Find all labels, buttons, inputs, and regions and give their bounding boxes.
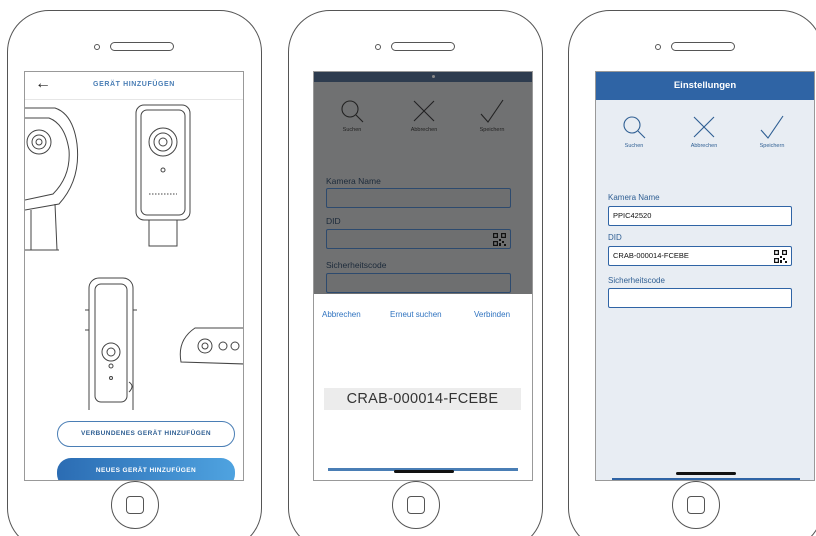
status-dot bbox=[432, 75, 435, 78]
search-label: Suchen bbox=[342, 127, 362, 133]
home-button bbox=[672, 481, 720, 529]
save-tool[interactable]: Speichern bbox=[462, 98, 522, 133]
phone-frame-search-result: Suchen Abbrechen Speichern Kamera Name D… bbox=[288, 10, 543, 536]
bullet-camera-image bbox=[179, 327, 243, 365]
dome-camera-image bbox=[25, 107, 79, 251]
did-value: CRAB-000014-FCEBE bbox=[613, 251, 689, 260]
cancel-label: Abbrechen bbox=[690, 143, 718, 149]
security-code-label: Sicherheitscode bbox=[326, 260, 387, 270]
phone-frame-add-device: ← GERÄT HINZUFÜGEN VERBUNDENES GERÄT HIN… bbox=[7, 10, 262, 536]
sheet-cancel-button[interactable]: Abbrechen bbox=[322, 310, 361, 319]
cancel-tool[interactable]: Abbrechen bbox=[394, 98, 454, 133]
phone-frame-settings: Einstellungen Suchen Abbrechen Speichern… bbox=[568, 10, 816, 536]
search-icon bbox=[341, 100, 364, 123]
settings-body: Suchen Abbrechen Speichern Kamera Name P… bbox=[596, 100, 814, 480]
screen-settings: Einstellungen Suchen Abbrechen Speichern… bbox=[595, 71, 815, 481]
search-tool[interactable]: Suchen bbox=[604, 114, 664, 149]
found-device-code[interactable]: CRAB-000014-FCEBE bbox=[324, 388, 521, 410]
front-camera-dot bbox=[94, 44, 100, 50]
screen-search-result: Suchen Abbrechen Speichern Kamera Name D… bbox=[313, 71, 533, 481]
page-title: Einstellungen bbox=[673, 80, 737, 91]
cancel-tool[interactable]: Abbrechen bbox=[674, 114, 734, 149]
speaker-slot bbox=[110, 42, 174, 51]
status-bar bbox=[314, 72, 532, 82]
security-code-label: Sicherheitscode bbox=[608, 276, 665, 285]
qr-code-icon[interactable] bbox=[774, 250, 787, 263]
screen-add-device: ← GERÄT HINZUFÜGEN VERBUNDENES GERÄT HIN… bbox=[24, 71, 244, 481]
camera-name-label: Kamera Name bbox=[326, 176, 381, 186]
did-field[interactable]: CRAB-000014-FCEBE bbox=[608, 246, 792, 266]
did-label: DID bbox=[326, 216, 341, 226]
search-tool[interactable]: Suchen bbox=[322, 98, 382, 133]
close-icon bbox=[693, 116, 715, 138]
add-new-device-button[interactable]: NEUES GERÄT HINZUFÜGEN bbox=[57, 458, 235, 480]
home-square-icon bbox=[687, 496, 705, 514]
app-header: Einstellungen bbox=[596, 72, 814, 100]
camera-name-field[interactable] bbox=[326, 188, 511, 208]
home-square-icon bbox=[126, 496, 144, 514]
search-icon bbox=[623, 116, 646, 139]
search-result-sheet: Abbrechen Erneut suchen Verbinden CRAB-0… bbox=[314, 294, 532, 480]
checkmark-icon bbox=[480, 99, 504, 123]
home-indicator bbox=[676, 472, 736, 475]
camera-devices-illustration bbox=[25, 104, 243, 410]
search-again-button[interactable]: Erneut suchen bbox=[390, 310, 442, 319]
home-indicator bbox=[394, 470, 454, 473]
front-camera-dot bbox=[375, 44, 381, 50]
cancel-label: Abbrechen bbox=[410, 127, 438, 133]
checkmark-icon bbox=[760, 115, 784, 139]
save-tool[interactable]: Speichern bbox=[742, 114, 802, 149]
close-icon bbox=[413, 100, 435, 122]
dimmed-settings-background: Suchen Abbrechen Speichern Kamera Name D… bbox=[314, 72, 532, 294]
doorbell-camera-image bbox=[135, 104, 191, 247]
bottom-accent-bar bbox=[612, 478, 800, 480]
connect-button[interactable]: Verbinden bbox=[474, 310, 510, 319]
did-label: DID bbox=[608, 233, 622, 242]
page-title: GERÄT HINZUFÜGEN bbox=[93, 81, 175, 88]
front-camera-dot bbox=[655, 44, 661, 50]
add-connected-device-button[interactable]: VERBUNDENES GERÄT HINZUFÜGEN bbox=[57, 421, 235, 447]
camera-name-field[interactable]: PPIC42520 bbox=[608, 206, 792, 226]
home-button bbox=[111, 481, 159, 529]
home-button bbox=[392, 481, 440, 529]
search-label: Suchen bbox=[624, 143, 644, 149]
save-label: Speichern bbox=[759, 143, 785, 149]
battery-camera-image bbox=[85, 277, 137, 410]
did-field[interactable] bbox=[326, 229, 511, 249]
speaker-slot bbox=[671, 42, 735, 51]
save-label: Speichern bbox=[479, 127, 505, 133]
security-code-field[interactable] bbox=[326, 273, 511, 293]
security-code-field[interactable] bbox=[608, 288, 792, 308]
qr-code-icon[interactable] bbox=[493, 233, 506, 246]
camera-name-label: Kamera Name bbox=[608, 193, 660, 202]
home-square-icon bbox=[407, 496, 425, 514]
speaker-slot bbox=[391, 42, 455, 51]
app-header: ← GERÄT HINZUFÜGEN bbox=[25, 72, 243, 100]
